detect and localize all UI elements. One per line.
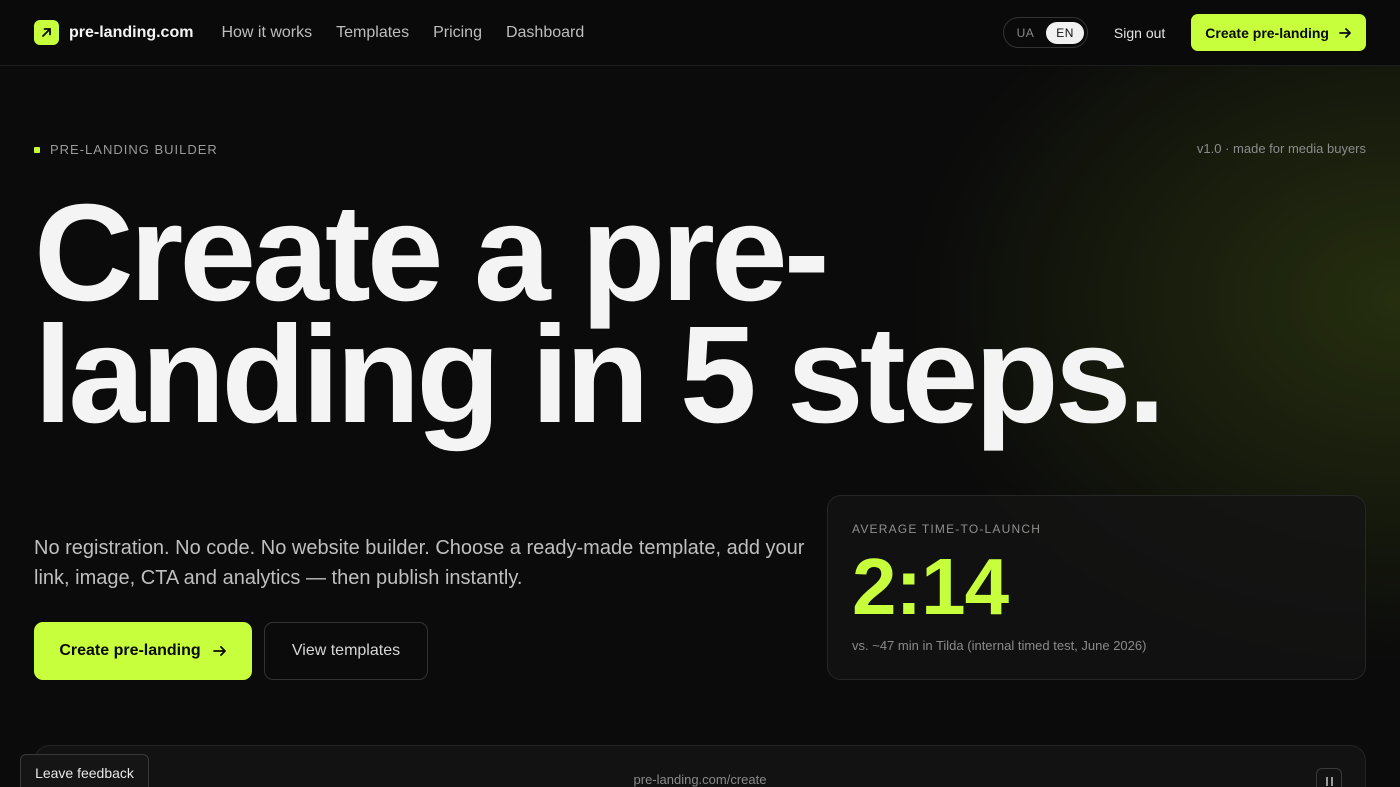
stat-note: vs. ~47 min in Tilda (internal timed tes… — [852, 638, 1147, 653]
create-pre-landing-button[interactable]: Create pre-landing — [34, 622, 252, 680]
pause-icon-bar — [1330, 776, 1333, 786]
nav-right: UA EN Sign out Create pre-landing — [1002, 14, 1366, 51]
nav-create-button[interactable]: Create pre-landing — [1191, 14, 1366, 51]
leave-feedback-button[interactable]: Leave feedback — [20, 754, 149, 787]
hero-headline: Create a pre- landing in 5 steps. — [34, 184, 1334, 444]
nav-create-label: Create pre-landing — [1205, 24, 1329, 41]
time-to-launch-card: AVERAGE TIME-TO-LAUNCH 2:14 vs. ~47 min … — [827, 495, 1366, 680]
lang-option-ua[interactable]: UA — [1007, 22, 1045, 44]
nav-links: How it works Templates Pricing Dashboard — [221, 24, 584, 42]
stat-value: 2:14 — [852, 542, 1009, 631]
arrow-right-icon — [1339, 27, 1351, 38]
nav-link-templates[interactable]: Templates — [336, 24, 409, 42]
nav-link-dashboard[interactable]: Dashboard — [506, 24, 584, 42]
square-dot-icon — [34, 146, 40, 153]
version-text: v1.0 · made for media buyers — [1196, 141, 1366, 156]
brand[interactable]: pre-landing.com — [34, 20, 193, 45]
eyebrow: PRE-LANDING BUILDER — [34, 142, 218, 157]
top-nav: pre-landing.com How it works Templates P… — [0, 0, 1400, 66]
preview-url: pre-landing.com/create — [633, 772, 767, 787]
headline-line-2: landing in 5 steps. — [34, 298, 1166, 452]
arrow-up-right-icon — [34, 20, 59, 45]
nav-link-pricing[interactable]: Pricing — [433, 24, 482, 42]
brand-name: pre-landing.com — [69, 23, 194, 41]
hero-subtext: No registration. No code. No website bui… — [34, 537, 805, 589]
pause-button[interactable] — [1316, 768, 1342, 787]
nav-link-how-it-works[interactable]: How it works — [221, 24, 312, 42]
sign-out-link[interactable]: Sign out — [1114, 25, 1165, 41]
page: pre-landing.com How it works Templates P… — [0, 0, 1400, 787]
view-templates-button[interactable]: View templates — [264, 622, 428, 680]
pause-icon — [1325, 776, 1328, 786]
create-pre-landing-label: Create pre-landing — [59, 642, 201, 659]
lang-option-en[interactable]: EN — [1046, 21, 1084, 44]
language-switcher: UA EN — [1002, 17, 1088, 48]
stat-label: AVERAGE TIME-TO-LAUNCH — [852, 522, 1042, 536]
arrow-right-icon — [212, 646, 226, 656]
eyebrow-text: PRE-LANDING BUILDER — [50, 142, 218, 157]
